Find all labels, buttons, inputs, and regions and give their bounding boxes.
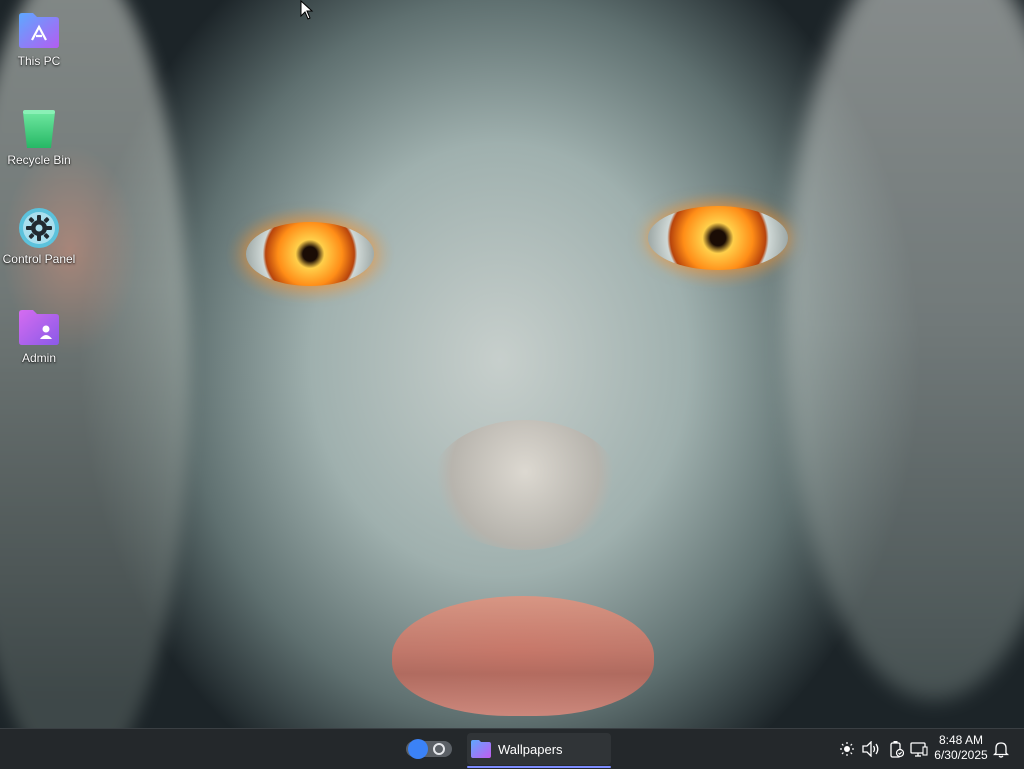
wallpaper-hair-right — [784, 0, 1024, 700]
desktop-icon-label: Recycle Bin — [7, 153, 71, 167]
desktop-wallpaper: This PC Recycle Bin Control Panel Admin — [0, 0, 1024, 728]
taskbar-clock[interactable]: 8:48 AM 6/30/2025 — [928, 733, 994, 765]
recycle-bin-icon — [17, 107, 61, 151]
mouse-cursor-icon — [300, 0, 314, 20]
desktop-icon-recycle-bin[interactable]: Recycle Bin — [0, 99, 78, 167]
desktop-icon-admin[interactable]: Admin — [0, 297, 78, 365]
wallpaper-eye-right — [648, 206, 788, 270]
network-icon[interactable] — [909, 739, 929, 759]
desktop-icon-label: Control Panel — [2, 252, 76, 266]
desktop-icon-control-panel[interactable]: Control Panel — [0, 198, 78, 266]
clock-date: 6/30/2025 — [934, 748, 988, 762]
brightness-icon[interactable] — [837, 739, 857, 759]
desktop-icon-label: This PC — [17, 54, 61, 68]
this-pc-folder-icon — [17, 8, 61, 52]
taskbar-app-label: Wallpapers — [498, 741, 563, 757]
wallpaper-nose — [430, 420, 620, 550]
volume-icon[interactable] — [861, 739, 881, 759]
wallpaper-eye-left — [246, 222, 374, 286]
user-folder-icon — [17, 305, 61, 349]
theme-toggle-icon[interactable] — [406, 739, 452, 759]
bell-icon[interactable] — [991, 739, 1011, 759]
desktop-icon-this-pc[interactable]: This PC — [0, 0, 78, 68]
wallpapers-app-icon — [471, 740, 491, 758]
clock-time: 8:48 AM — [938, 733, 984, 747]
desktop-icon-label: Admin — [21, 351, 56, 365]
taskbar-app-wallpapers[interactable]: Wallpapers — [467, 733, 611, 768]
battery-icon[interactable] — [886, 739, 906, 759]
taskbar: Wallpapers 8:48 AM 6/30/2025 — [0, 728, 1024, 769]
wallpaper-lips — [392, 596, 654, 716]
gear-icon — [17, 206, 61, 250]
